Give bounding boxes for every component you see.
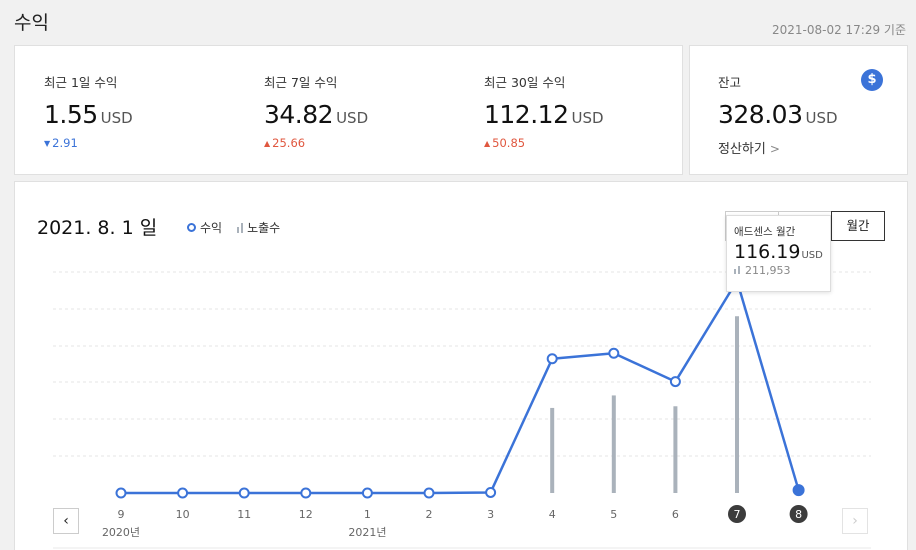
impression-bar xyxy=(611,395,616,493)
stat-delta: ▲ 50.85 xyxy=(484,136,604,150)
balance-stat: 잔고 328.03 USD 정산하기 > xyxy=(718,72,838,157)
balance-card: $ 잔고 328.03 USD 정산하기 > xyxy=(689,45,908,175)
stat-value: 34.82 USD xyxy=(264,100,368,129)
chart-legend: 수익 노출수 xyxy=(187,219,280,236)
revenue-point xyxy=(238,487,250,499)
settle-link[interactable]: 정산하기 > xyxy=(718,138,838,157)
revenue-point xyxy=(115,487,127,499)
stat-unit: USD xyxy=(100,109,133,127)
balance-unit: USD xyxy=(805,109,838,127)
stat-value: 1.55 USD xyxy=(44,100,133,129)
balance-label: 잔고 xyxy=(718,75,742,90)
tooltip-impressions-value: 211,953 xyxy=(745,264,791,277)
legend-revenue-label: 수익 xyxy=(200,221,223,235)
legend-bar-icon xyxy=(237,222,244,233)
x-tick-label: 6 xyxy=(672,508,679,521)
tooltip-impressions: 211,953 xyxy=(734,264,823,277)
dollar-icon: $ xyxy=(861,69,883,91)
tooltip-number: 116.19 xyxy=(734,241,801,263)
settle-label: 정산하기 xyxy=(718,142,766,157)
revenue-point xyxy=(669,376,681,388)
revenue-point xyxy=(546,353,558,365)
revenue-line xyxy=(121,279,800,495)
stat-unit: USD xyxy=(336,109,369,127)
stat-delta: ▲ 25.66 xyxy=(264,136,368,150)
year-label: 2020년 xyxy=(102,526,140,539)
x-tick-label: 3 xyxy=(487,508,494,521)
balance-number: 328.03 xyxy=(718,100,803,129)
revenue-point xyxy=(361,487,373,499)
summary-card: 최근 1일 수익 1.55 USD ▼ 2.91 최근 7일 수익 34.82 USD… xyxy=(14,45,683,175)
x-tick-label: 5 xyxy=(610,508,617,521)
x-tick-label: 8 xyxy=(795,508,802,521)
balance-value: 328.03 USD xyxy=(718,100,838,129)
chevron-right-icon: > xyxy=(769,142,780,156)
period-tab-monthly[interactable]: 월간 xyxy=(831,211,885,241)
x-tick-label: 10 xyxy=(176,508,190,521)
chart-card: 9 10 11 12 1 2 3 4 5 6 7 8 2020년 2021년 2021. 8. 1 일 수… xyxy=(14,181,908,550)
stat-delta: ▼ 2.91 xyxy=(44,136,133,150)
year-label: 2021년 xyxy=(348,526,386,539)
revenue-point xyxy=(485,486,497,498)
revenue-point xyxy=(423,487,435,499)
stat-unit: USD xyxy=(571,109,604,127)
delta-value: 2.91 xyxy=(52,136,78,150)
legend-impressions-label: 노출수 xyxy=(247,221,281,235)
bar-chart-icon xyxy=(734,266,742,274)
basis-timestamp: 2021-08-02 17:29 기준 xyxy=(771,23,906,37)
stat-number: 34.82 xyxy=(264,100,334,129)
stat-30day: 최근 30일 수익 112.12 USD ▲ 50.85 xyxy=(484,72,604,150)
tooltip-value: 116.19USD xyxy=(734,241,823,263)
tooltip-title: 애드센스 월간 xyxy=(734,226,796,238)
next-button[interactable]: › xyxy=(842,508,868,534)
triangle-down-icon: ▼ xyxy=(44,139,51,148)
x-tick-label: 2 xyxy=(426,508,433,521)
x-tick-label: 11 xyxy=(237,508,251,521)
delta-value: 25.66 xyxy=(272,136,306,150)
stat-1day: 최근 1일 수익 1.55 USD ▼ 2.91 xyxy=(44,72,133,150)
triangle-up-icon: ▲ xyxy=(484,139,491,148)
x-tick-label: 12 xyxy=(299,508,313,521)
stat-number: 112.12 xyxy=(484,100,569,129)
revenue-point xyxy=(792,484,805,497)
impression-bar xyxy=(735,316,739,493)
stat-value: 112.12 USD xyxy=(484,100,604,129)
triangle-up-icon: ▲ xyxy=(264,139,271,148)
stat-label: 최근 7일 수익 xyxy=(264,75,338,90)
chart-date: 2021. 8. 1 일 xyxy=(37,217,158,239)
prev-button[interactable]: ‹ xyxy=(53,508,79,534)
chart-tooltip: 애드센스 월간 116.19USD 211,953 xyxy=(726,215,831,292)
stat-number: 1.55 xyxy=(44,100,98,129)
tooltip-unit: USD xyxy=(801,250,823,261)
stat-7day: 최근 7일 수익 34.82 USD ▲ 25.66 xyxy=(264,72,368,150)
revenue-point xyxy=(177,487,189,499)
page-title: 수익 xyxy=(14,12,49,34)
x-tick-label: 1 xyxy=(364,508,371,521)
impression-bar xyxy=(550,407,555,493)
delta-value: 50.85 xyxy=(492,136,526,150)
x-tick-label: 4 xyxy=(549,508,556,521)
x-tick-label: 9 xyxy=(118,508,125,521)
x-tick-label: 7 xyxy=(734,508,741,521)
stat-label: 최근 1일 수익 xyxy=(44,75,118,90)
stat-label: 최근 30일 수익 xyxy=(484,75,566,90)
revenue-point xyxy=(608,347,620,359)
revenue-point xyxy=(300,487,312,499)
impression-bar xyxy=(673,406,678,493)
legend-revenue-marker xyxy=(187,223,196,232)
